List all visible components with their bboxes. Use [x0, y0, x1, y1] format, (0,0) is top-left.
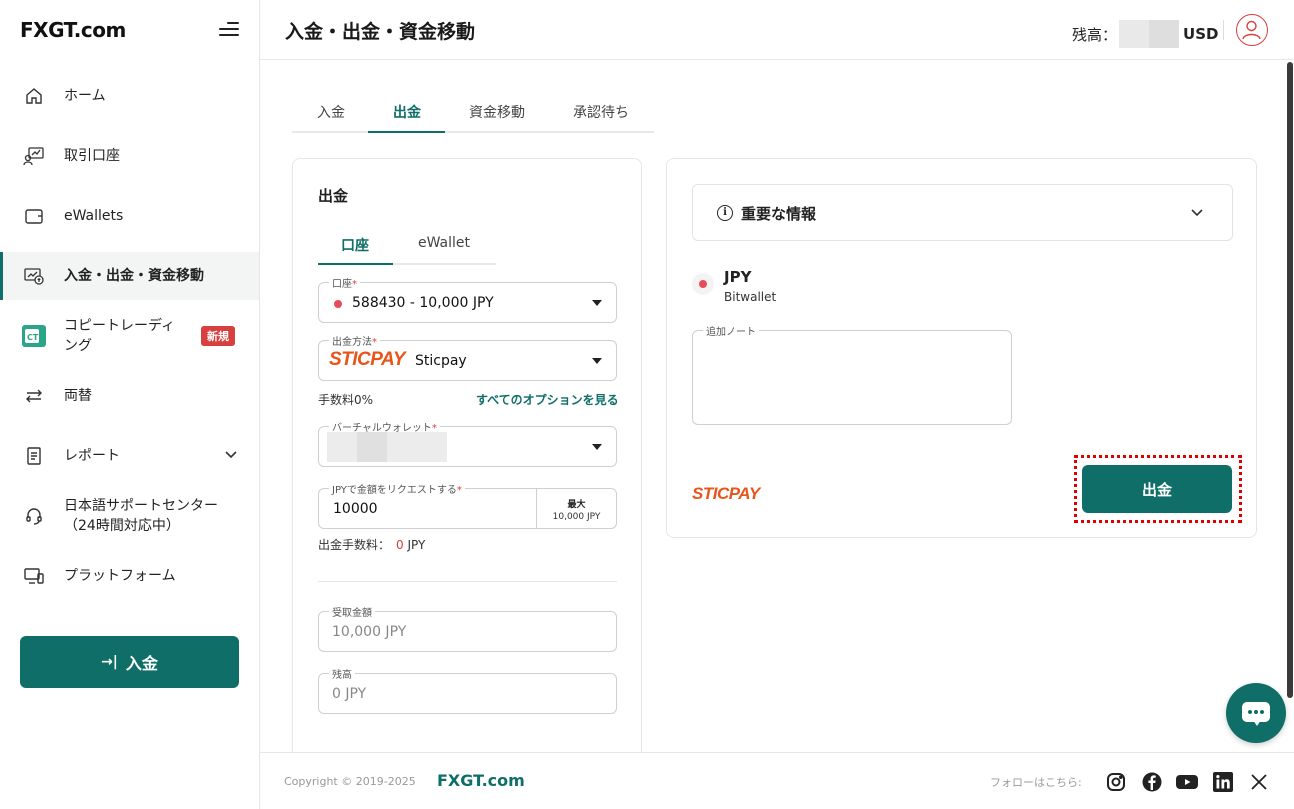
sticpay-logo: STICPAY: [692, 484, 760, 503]
sticpay-logo: STICPAY: [329, 349, 406, 370]
transfer-icon: [22, 264, 46, 288]
login-arrow-icon: →|: [101, 654, 118, 670]
report-icon: [22, 444, 46, 468]
footer-logo[interactable]: FXGT.com: [437, 771, 525, 790]
sidebar-item-label: プラットフォーム: [64, 568, 176, 584]
received-amount-field: 受取金額 10,000 JPY: [318, 604, 617, 652]
copy-trading-icon: CT: [22, 324, 46, 348]
sidebar-deposit-button[interactable]: →| 入金: [20, 636, 239, 688]
page-title: 入金・出金・資金移動: [285, 21, 476, 43]
additional-note-textarea[interactable]: 追加ノート: [692, 323, 1012, 425]
balance-display: 残高： USD: [1072, 20, 1218, 48]
copyright-text: Copyright © 2019-2025: [284, 775, 416, 788]
see-all-options-link[interactable]: すべてのオプションを見る: [476, 391, 619, 408]
sidebar-item-report[interactable]: レポート: [0, 432, 259, 480]
sidebar-item-copy-trading[interactable]: CT コピートレーディ ング 新規: [0, 312, 259, 360]
fxgt-logo[interactable]: FXGT.com: [20, 18, 126, 42]
dropdown-caret-icon: [592, 358, 602, 364]
divider: [1223, 20, 1224, 40]
form-title: 出金: [318, 187, 349, 205]
sidebar-item-label: 取引口座: [64, 148, 120, 164]
sidebar: FXGT.com ホーム 取引口座 eWallets 入金・出金・資金移動 CT…: [0, 0, 260, 809]
sidebar-item-label: レポート: [64, 448, 120, 464]
dropdown-caret-icon: [592, 444, 602, 450]
active-tab-indicator: [368, 131, 445, 133]
sidebar-item-ewallets[interactable]: eWallets: [0, 192, 259, 240]
tab-withdraw[interactable]: 出金: [393, 102, 421, 122]
sidebar-item-label: 日本語サポートセンター （24時間対応中）: [64, 498, 218, 534]
chevron-down-icon[interactable]: [223, 446, 239, 466]
virtual-wallet-select[interactable]: バーチャルウォレット*: [318, 419, 617, 467]
withdraw-submit-button[interactable]: 出金: [1082, 465, 1232, 513]
sidebar-item-support[interactable]: 日本語サポートセンター （24時間対応中）: [0, 492, 259, 540]
wallet-id-mask: [327, 432, 447, 462]
subtab-ewallet[interactable]: eWallet: [418, 235, 470, 251]
chat-bubble-icon: [1242, 702, 1270, 726]
withdraw-subtabs: 口座 eWallet: [318, 225, 496, 265]
subtab-account[interactable]: 口座: [341, 235, 369, 255]
provider-name: Bitwallet: [724, 290, 777, 304]
tab-pending[interactable]: 承認待ち: [573, 102, 629, 122]
currency-name: JPY: [724, 268, 752, 286]
sidebar-item-label: eWallets: [64, 208, 124, 224]
chat-support-button[interactable]: [1226, 683, 1286, 743]
withdraw-fee: 出金手数料： 0 JPY: [318, 538, 426, 552]
info-icon: i: [717, 205, 733, 221]
chevron-down-icon: [1188, 203, 1206, 225]
svg-text:CT: CT: [27, 333, 39, 342]
withdraw-method-select[interactable]: 出金方法* STICPAY Sticpay: [318, 333, 617, 381]
account-select[interactable]: 口座* 588430 - 10,000 JPY: [318, 275, 617, 323]
fee-rate-text: 手数料0%: [318, 393, 374, 407]
important-info-accordion[interactable]: i 重要な情報: [692, 184, 1233, 241]
linkedin-icon[interactable]: [1212, 771, 1234, 793]
amount-input[interactable]: JPYで金額をリクエストする* 10000 最大 10,000 JPY: [318, 481, 617, 529]
support-icon: [22, 504, 46, 528]
withdraw-form-card: 出金 口座 eWallet 口座* 588430 - 10,000 JPY 出金…: [292, 158, 642, 758]
remaining-balance-field: 残高 0 JPY: [318, 666, 617, 714]
currency-dot-icon: [692, 273, 714, 295]
wallet-icon: [22, 204, 46, 228]
top-header: 入金・出金・資金移動 残高： USD: [260, 0, 1294, 60]
youtube-icon[interactable]: [1176, 771, 1198, 793]
tab-deposit[interactable]: 入金: [317, 102, 345, 122]
exchange-icon: [22, 384, 46, 408]
sidebar-item-trading-accounts[interactable]: 取引口座: [0, 132, 259, 180]
active-subtab-indicator: [318, 263, 393, 265]
instagram-icon[interactable]: [1105, 771, 1127, 793]
home-icon: [22, 84, 46, 108]
withdraw-details-card: i 重要な情報 JPY Bitwallet 追加ノート STICPAY 出金: [666, 158, 1257, 538]
sidebar-item-deposit-withdraw-transfer[interactable]: 入金・出金・資金移動: [0, 252, 259, 300]
facebook-icon[interactable]: [1141, 771, 1163, 793]
trading-account-icon: [22, 144, 46, 168]
user-avatar-icon[interactable]: [1236, 14, 1268, 46]
sidebar-item-label: コピートレーディ ング: [64, 318, 176, 354]
scrollbar-thumb[interactable]: [1287, 62, 1293, 698]
tab-transfer[interactable]: 資金移動: [469, 102, 525, 122]
balance-mask: [1119, 20, 1180, 48]
new-badge: 新規: [201, 326, 235, 346]
divider: [318, 581, 617, 582]
menu-toggle-icon[interactable]: [219, 20, 239, 38]
sidebar-item-label: 入金・出金・資金移動: [64, 268, 204, 284]
main-tabs: 入金 出金 資金移動 承認待ち: [292, 90, 654, 133]
sidebar-item-label: ホーム: [64, 88, 106, 104]
max-amount-button[interactable]: 最大 10,000 JPY: [536, 489, 616, 528]
sidebar-item-home[interactable]: ホーム: [0, 72, 259, 120]
sidebar-item-exchange[interactable]: 両替: [0, 372, 259, 420]
platform-icon: [22, 564, 46, 588]
sidebar-item-platform[interactable]: プラットフォーム: [0, 552, 259, 600]
follow-text: フォローはこちら:: [990, 776, 1082, 789]
dropdown-caret-icon: [592, 300, 602, 306]
account-status-dot: [334, 300, 342, 308]
sidebar-item-label: 両替: [64, 388, 92, 404]
footer: Copyright © 2019-2025 FXGT.com フォローはこちら:: [260, 752, 1294, 809]
x-icon[interactable]: [1248, 771, 1270, 793]
